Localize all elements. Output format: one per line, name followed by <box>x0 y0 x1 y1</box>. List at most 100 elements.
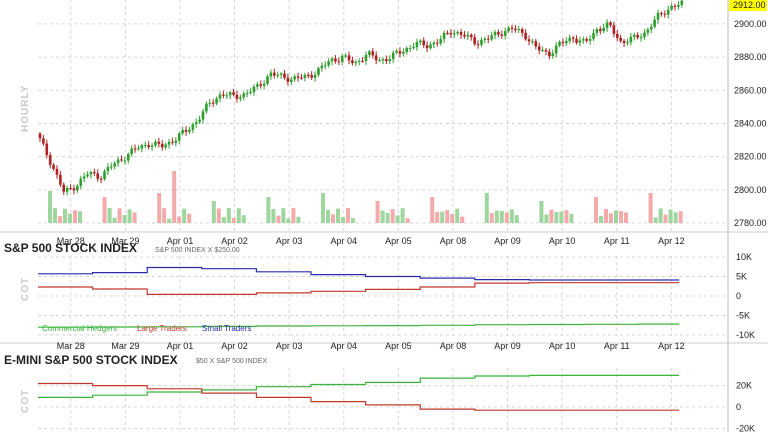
volume-bar <box>102 197 107 223</box>
candle-body <box>242 93 246 98</box>
volume-bar <box>539 201 544 223</box>
x-tick-label-cot: Apr 11 <box>604 341 630 351</box>
candle-body <box>154 141 157 146</box>
candle-body <box>293 76 296 80</box>
volume-bar <box>107 208 112 223</box>
cot-tick-label: 0 <box>736 402 741 412</box>
volume-bar <box>435 211 440 223</box>
volume-bar <box>430 197 435 223</box>
candle-body <box>558 41 561 46</box>
x-tick-label-price: Apr 02 <box>221 236 248 246</box>
price-tick-label: 2780.00 <box>734 218 767 228</box>
candle-body <box>585 39 589 41</box>
candle-body <box>486 38 490 40</box>
candle-body <box>174 140 178 143</box>
candle-body <box>273 72 276 76</box>
candle-body <box>527 39 531 42</box>
candle-body <box>296 76 300 78</box>
candle-body <box>306 74 310 76</box>
volume-bar <box>271 209 276 223</box>
candle-body <box>181 130 184 134</box>
cot-tick-label: 10K <box>736 252 752 262</box>
candle-body <box>55 168 59 175</box>
candle-body <box>279 73 283 75</box>
volume-bar <box>405 218 410 223</box>
volume-bar <box>53 208 57 223</box>
candle-body <box>517 29 521 31</box>
volume-bar <box>559 211 564 223</box>
candle-body <box>480 39 483 45</box>
candle-body <box>133 148 137 150</box>
candle-body <box>256 84 259 87</box>
candle-body <box>371 51 375 56</box>
volume-bar <box>395 215 400 223</box>
candle-body <box>222 94 225 96</box>
candle-body <box>548 51 551 57</box>
candle-body <box>636 34 639 38</box>
candle-body <box>93 171 96 174</box>
volume-bar <box>281 208 286 223</box>
candle-body <box>225 95 229 97</box>
candle-body <box>45 143 49 156</box>
cot-tick-label: 20K <box>736 381 752 391</box>
candle-body <box>198 119 201 123</box>
volume-bar <box>336 208 340 223</box>
candle-body <box>385 59 388 62</box>
volume-bar <box>112 217 117 223</box>
candle-body <box>130 148 133 155</box>
candle-body <box>408 47 412 49</box>
candle-body <box>588 38 592 41</box>
x-tick-label-cot: Apr 09 <box>494 341 521 351</box>
candle-body <box>398 51 402 54</box>
candle-body <box>619 37 622 41</box>
cot-series-line <box>38 382 680 411</box>
volume-bar <box>450 213 455 223</box>
candle-body <box>395 51 398 53</box>
candle-body <box>249 91 252 94</box>
candle-body <box>429 44 432 49</box>
candle-body <box>361 60 364 62</box>
candle-body <box>643 32 646 38</box>
candle-body <box>374 55 378 61</box>
candle-body <box>239 97 242 99</box>
volume-bar <box>351 218 355 223</box>
candle-body <box>323 65 327 67</box>
emini-panel-title: E-MINI S&P 500 STOCK INDEX <box>4 353 178 367</box>
volume-bar <box>132 212 137 223</box>
x-tick-label-price: Apr 08 <box>440 236 467 246</box>
volume-bar <box>375 201 380 223</box>
candle-body <box>442 32 446 40</box>
candle-body <box>276 74 280 76</box>
candle-body <box>164 144 167 148</box>
sp500-panel-subtitle: S&P 500 INDEX X $250.00 <box>155 247 240 254</box>
candle-body <box>266 76 269 84</box>
candle-body <box>194 122 198 125</box>
candle-body <box>605 22 609 28</box>
candle-body <box>330 58 334 62</box>
cot-tick-label: -5K <box>736 311 750 321</box>
volume-bar <box>549 209 554 223</box>
volume-bar <box>609 213 613 223</box>
candle-body <box>615 33 619 38</box>
candle-body <box>113 163 117 167</box>
volume-bar <box>321 193 325 223</box>
cot-series-line <box>38 282 680 295</box>
volume-bar <box>226 208 231 223</box>
candle-body <box>622 40 626 44</box>
candle-body <box>666 9 670 15</box>
candle-body <box>677 5 680 7</box>
x-tick-label-cot: Apr 01 <box>167 341 194 351</box>
volume-bar <box>221 217 226 223</box>
last-price-label: 2912.00 <box>733 0 766 10</box>
volume-bar <box>599 215 603 223</box>
candle-body <box>300 77 303 79</box>
x-tick-label-price: Apr 11 <box>604 236 630 246</box>
candle-body <box>680 0 684 6</box>
candle-body <box>554 45 558 54</box>
volume-bar <box>509 209 514 223</box>
candle-body <box>439 39 443 44</box>
candle-body <box>347 55 351 61</box>
candle-body <box>351 60 354 64</box>
volume-bar <box>494 210 499 223</box>
candle-body <box>354 61 358 64</box>
